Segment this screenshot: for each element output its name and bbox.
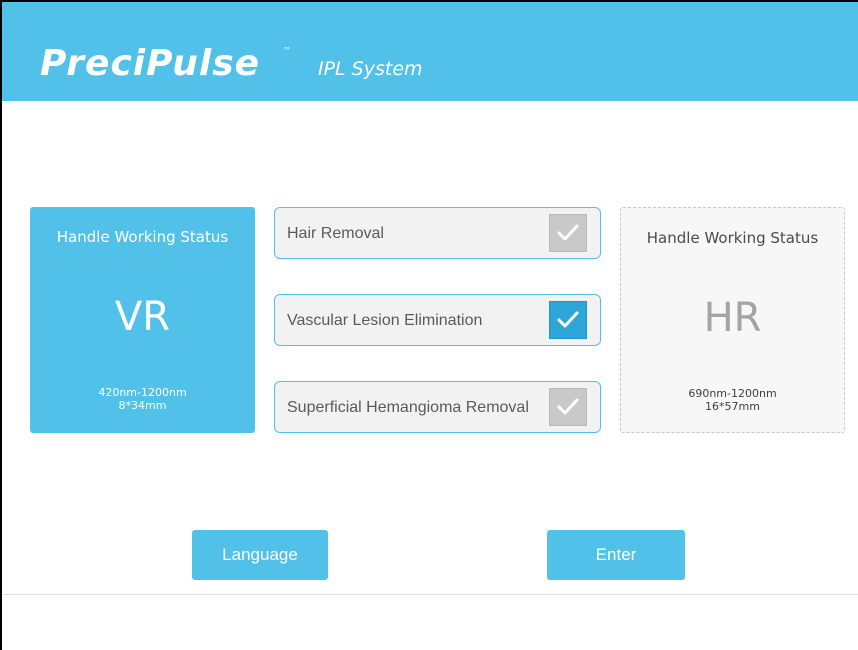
option-label: Vascular Lesion Elimination	[287, 312, 483, 329]
brand-logo: PreciPulse	[40, 43, 261, 84]
option-vascular-lesion-elimination[interactable]: Vascular Lesion Elimination	[274, 294, 601, 346]
handle-specs: 690nm-1200nm 16*57mm	[621, 387, 844, 413]
handle-spot-size: 8*34mm	[118, 399, 167, 412]
app-header: PreciPulse ™ IPL System	[2, 2, 858, 101]
app-subtitle: IPL System	[318, 58, 423, 80]
checkmark-icon	[557, 311, 579, 328]
handle-code: HR	[703, 295, 762, 341]
handle-status-card-vr[interactable]: Handle Working Status VR 420nm-1200nm 8*…	[30, 207, 255, 433]
language-button[interactable]: Language	[192, 530, 328, 580]
option-checkbox[interactable]	[549, 388, 587, 426]
handle-status-title: Handle Working Status	[646, 229, 819, 247]
option-checkbox[interactable]	[549, 301, 587, 339]
option-label: Superficial Hemangioma Removal	[287, 399, 529, 416]
checkmark-icon	[557, 224, 579, 241]
handle-status-title: Handle Working Status	[56, 228, 229, 246]
footer-divider	[2, 594, 858, 595]
option-label: Hair Removal	[287, 225, 384, 242]
handle-status-card-hr[interactable]: Handle Working Status HR 690nm-1200nm 16…	[620, 207, 845, 433]
handle-wavelength: 690nm-1200nm	[688, 387, 777, 400]
enter-button[interactable]: Enter	[547, 530, 685, 580]
trademark-symbol: ™	[283, 46, 291, 55]
handle-specs: 420nm-1200nm 8*34mm	[30, 386, 255, 412]
option-checkbox[interactable]	[549, 214, 587, 252]
handle-wavelength: 420nm-1200nm	[98, 386, 187, 399]
checkmark-icon	[557, 398, 579, 415]
option-superficial-hemangioma-removal[interactable]: Superficial Hemangioma Removal	[274, 381, 601, 433]
handle-spot-size: 16*57mm	[705, 400, 760, 413]
handle-code: VR	[114, 294, 171, 340]
option-hair-removal[interactable]: Hair Removal	[274, 207, 601, 259]
